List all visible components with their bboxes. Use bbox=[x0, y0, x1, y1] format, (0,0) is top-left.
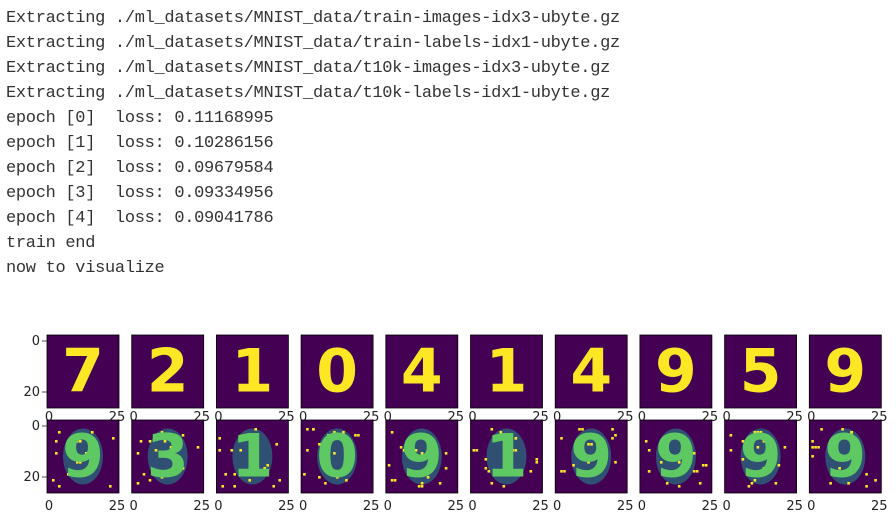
reconstructed-digit-image: 9 bbox=[808, 419, 882, 494]
digit-glyph: 5 bbox=[740, 337, 782, 407]
x-tick-label: 25 bbox=[702, 499, 719, 514]
original-digit-image: 5 bbox=[724, 334, 797, 409]
y-tick-label: 0 bbox=[32, 334, 40, 349]
x-tick-label: 0 bbox=[130, 499, 138, 514]
image-grid-figure: 7 0 25 2 0 25 1 0 25 0 0 25 4 0 25 1 0 25 4 0 25 9 0 25 5 0 25 9 0 25… bbox=[0, 325, 896, 529]
reconstructed-digit-image: 9 bbox=[554, 419, 628, 494]
digit-glyph: 9 bbox=[401, 422, 443, 492]
reconstructed-digit-image: 1 bbox=[215, 419, 289, 494]
reconstructed-digit-image: 0 bbox=[300, 419, 374, 494]
x-tick-label: 0 bbox=[638, 499, 646, 514]
y-tick-label: 20 bbox=[23, 470, 40, 485]
x-tick-label: 0 bbox=[214, 499, 222, 514]
console-line: now to visualize bbox=[6, 259, 165, 278]
y-tick-label: 0 bbox=[32, 419, 40, 434]
console-line: Extracting ./ml_datasets/MNIST_data/t10k… bbox=[6, 59, 611, 78]
console-line: epoch [3] loss: 0.09334956 bbox=[6, 184, 274, 203]
digit-glyph: 0 bbox=[316, 422, 358, 492]
original-digit-image: 4 bbox=[554, 334, 628, 409]
x-tick-label: 0 bbox=[807, 499, 815, 514]
x-tick-label: 25 bbox=[871, 499, 888, 514]
digit-glyph: 1 bbox=[232, 422, 274, 492]
x-tick-label: 25 bbox=[532, 499, 549, 514]
console-line: epoch [0] loss: 0.11168995 bbox=[6, 109, 274, 128]
digit-grid: 70 2520 2510 2500 2540 2510 2540 2590 2550 2590 25… bbox=[23, 334, 888, 514]
digit-glyph: 9 bbox=[655, 337, 697, 407]
digit-glyph: 7 bbox=[62, 337, 104, 407]
x-tick-label: 25 bbox=[278, 499, 295, 514]
console-output: Extracting ./ml_datasets/MNIST_data/trai… bbox=[6, 6, 620, 281]
digit-glyph: 2 bbox=[147, 337, 189, 407]
original-digit-image: 9 bbox=[639, 334, 713, 409]
x-tick-label: 0 bbox=[45, 499, 53, 514]
digit-glyph: 9 bbox=[740, 422, 782, 492]
x-tick-label: 25 bbox=[109, 499, 126, 514]
x-tick-label: 0 bbox=[384, 499, 392, 514]
console-line: Extracting ./ml_datasets/MNIST_data/trai… bbox=[6, 9, 620, 28]
x-tick-label: 25 bbox=[448, 499, 465, 514]
original-digit-image: 1 bbox=[215, 334, 289, 409]
reconstructed-digit-image: 3 bbox=[131, 419, 205, 494]
x-tick-label: 0 bbox=[553, 499, 561, 514]
x-tick-label: 25 bbox=[786, 499, 803, 514]
x-tick-label: 25 bbox=[193, 499, 210, 514]
x-tick-label: 0 bbox=[468, 499, 476, 514]
y-tick-label: 20 bbox=[23, 385, 40, 400]
original-digit-image: 7 bbox=[46, 334, 120, 409]
digit-glyph: 1 bbox=[486, 337, 528, 407]
digit-glyph: 9 bbox=[824, 422, 866, 492]
original-digit-image: 0 bbox=[300, 334, 374, 409]
console-line: epoch [4] loss: 0.09041786 bbox=[6, 209, 274, 228]
x-tick-label: 0 bbox=[722, 499, 730, 514]
digit-glyph: 4 bbox=[570, 337, 612, 407]
reconstructed-digit-image: 1 bbox=[470, 419, 543, 494]
console-line: Extracting ./ml_datasets/MNIST_data/t10k… bbox=[6, 84, 611, 103]
console-line: train end bbox=[6, 234, 96, 253]
digit-glyph: 9 bbox=[570, 422, 612, 492]
original-digit-image: 9 bbox=[808, 334, 882, 409]
x-tick-label: 25 bbox=[363, 499, 380, 514]
reconstructed-digit-image: 9 bbox=[724, 419, 797, 494]
digit-glyph: 4 bbox=[401, 337, 443, 407]
digit-glyph: 1 bbox=[486, 422, 528, 492]
console-line: epoch [1] loss: 0.10286156 bbox=[6, 134, 274, 153]
x-tick-label: 25 bbox=[617, 499, 634, 514]
digit-glyph: 9 bbox=[655, 422, 697, 492]
reconstructed-digit-image: 9 bbox=[46, 419, 120, 494]
digit-glyph: 9 bbox=[824, 337, 866, 407]
reconstructed-digit-image: 9 bbox=[639, 419, 713, 494]
console-line: Extracting ./ml_datasets/MNIST_data/trai… bbox=[6, 34, 620, 53]
original-digit-image: 1 bbox=[470, 334, 543, 409]
digit-glyph: 3 bbox=[147, 422, 189, 492]
digit-glyph: 0 bbox=[316, 337, 358, 407]
reconstructed-digit-image: 9 bbox=[385, 419, 459, 494]
x-tick-label: 0 bbox=[299, 499, 307, 514]
original-digit-image: 2 bbox=[131, 334, 205, 409]
console-line: epoch [2] loss: 0.09679584 bbox=[6, 159, 274, 178]
digit-glyph: 9 bbox=[62, 422, 104, 492]
original-digit-image: 4 bbox=[385, 334, 459, 409]
digit-glyph: 1 bbox=[232, 337, 274, 407]
